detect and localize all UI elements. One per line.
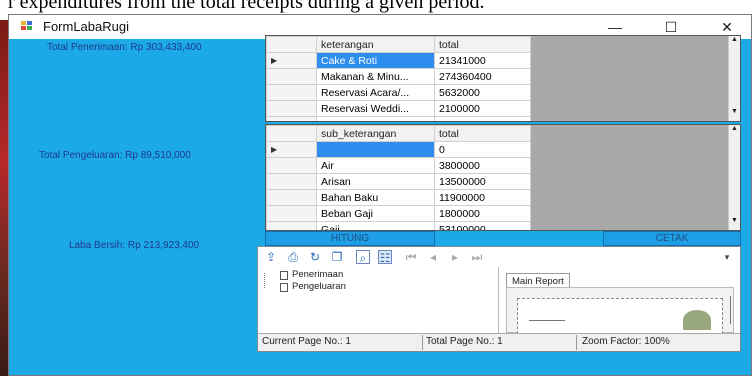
row-header-corner	[266, 36, 317, 53]
app-icon	[21, 21, 33, 31]
window-title: FormLabaRugi	[43, 19, 129, 34]
row-indicator	[266, 100, 317, 117]
total-cell[interactable]: 274360400	[434, 68, 531, 85]
table-row[interactable]: ▶ Cake & Roti 21341000	[266, 52, 531, 69]
report-preview	[506, 287, 734, 334]
keterangan-cell[interactable]: Makanan & Minu...	[316, 68, 435, 85]
caption-text: r expenditures from the total receipts d…	[8, 0, 485, 13]
preview-scrollbar[interactable]	[730, 296, 731, 324]
pengeluaran-scrollbar[interactable]: ▲ ▼	[728, 125, 740, 230]
tree-line	[264, 273, 265, 288]
keterangan-cell[interactable]: Gaji	[316, 221, 435, 230]
tree-node-label: Pengeluaran	[292, 281, 346, 292]
total-page-status: Total Page No.: 1	[426, 336, 503, 347]
table-row[interactable]: Beban Gaji 1800000	[266, 205, 531, 222]
row-header-corner	[266, 125, 317, 142]
row-indicator: ▶	[266, 141, 317, 158]
row-indicator	[266, 205, 317, 222]
report-image	[683, 310, 711, 330]
report-rule	[529, 320, 565, 321]
keterangan-cell[interactable]	[316, 116, 435, 121]
last-page-icon[interactable]: ⏭	[470, 250, 484, 264]
dropdown-icon[interactable]: ▾	[720, 250, 734, 264]
export-icon[interactable]: ⇪	[264, 250, 278, 264]
refresh-icon[interactable]: ↻	[308, 250, 322, 264]
table-row[interactable]: Makanan & Minu... 274360400	[266, 68, 531, 85]
previous-page-icon[interactable]: ◂	[426, 250, 440, 264]
current-page-status: Current Page No.: 1	[262, 336, 351, 347]
next-page-icon[interactable]: ▸	[448, 250, 462, 264]
total-cell[interactable]: 21341000	[434, 52, 531, 69]
first-page-icon[interactable]: ⏮	[404, 250, 418, 264]
column-header-total[interactable]: total	[434, 125, 531, 142]
total-cell[interactable]: 0	[434, 141, 531, 158]
row-indicator	[266, 189, 317, 206]
total-cell[interactable]: 3800000	[434, 157, 531, 174]
table-row[interactable]: Reservasi Weddi... 2100000	[266, 100, 531, 117]
column-header-keterangan[interactable]: keterangan	[316, 36, 435, 53]
row-indicator	[266, 84, 317, 101]
pengeluaran-table: sub_keterangan total ▶ 0 Air 3800000 Arisan 1…	[266, 125, 531, 230]
total-penerimaan-label: Total Penerimaan: Rp 303,433,400	[47, 42, 202, 53]
keterangan-cell[interactable]: Arisan	[316, 173, 435, 190]
cetak-button[interactable]: CETAK	[603, 231, 741, 246]
row-indicator	[266, 173, 317, 190]
keterangan-cell[interactable]: Reservasi Weddi...	[316, 100, 435, 117]
penerimaan-scrollbar[interactable]: ▲ ▼	[728, 36, 740, 121]
table-row[interactable]: Bahan Baku 11900000	[266, 189, 531, 206]
background-photo-strip	[0, 20, 8, 376]
table-row[interactable]: Arisan 13500000	[266, 173, 531, 190]
total-cell[interactable]	[434, 116, 531, 121]
report-viewer: ⇪ ⎙ ↻ ❐ ⌕ ☷ ⏮ ◂ ▸ ⏭ ▾ Penerimaan Pengelu…	[257, 246, 741, 352]
laba-bersih-label: Laba Bersih: Rp 213,923,400	[69, 240, 200, 251]
zoom-status: Zoom Factor: 100%	[582, 336, 670, 347]
zoom-icon[interactable]: ⌕	[356, 250, 370, 265]
tree-node-label: Penerimaan	[292, 269, 344, 280]
table-row[interactable]: Reservasi Acara/... 5632000	[266, 84, 531, 101]
penerimaan-table: keterangan total ▶ Cake & Roti 21341000 Mak…	[266, 36, 531, 121]
keterangan-cell[interactable]: Cake & Roti	[316, 52, 435, 69]
status-divider	[576, 335, 577, 350]
group-tree: Penerimaan Pengeluaran	[260, 269, 496, 331]
keterangan-cell[interactable]: Reservasi Acara/...	[316, 84, 435, 101]
column-header-total[interactable]: total	[434, 36, 531, 53]
status-divider	[422, 335, 423, 350]
total-cell[interactable]: 53100000	[434, 221, 531, 230]
grid-pengeluaran[interactable]: sub_keterangan total ▶ 0 Air 3800000 Arisan 1…	[265, 124, 741, 231]
keterangan-cell[interactable]: Air	[316, 157, 435, 174]
report-toolbar: ⇪ ⎙ ↻ ❐ ⌕ ☷ ⏮ ◂ ▸ ⏭ ▾	[258, 247, 740, 267]
row-indicator	[266, 221, 317, 230]
splitter[interactable]	[498, 267, 499, 333]
total-cell[interactable]: 13500000	[434, 173, 531, 190]
row-indicator	[266, 68, 317, 85]
form-window: FormLabaRugi — ☐ ✕ Total Penerimaan: Rp …	[8, 14, 752, 376]
document-icon	[280, 271, 288, 280]
keterangan-cell[interactable]: Bahan Baku	[316, 189, 435, 206]
print-icon[interactable]: ⎙	[286, 250, 300, 264]
total-pengeluaran-label: Total Pengeluaran: Rp 89,510,000	[39, 150, 191, 161]
document-icon	[280, 283, 288, 292]
column-header-sub-keterangan[interactable]: sub_keterangan	[316, 125, 435, 142]
row-indicator: ✱	[266, 116, 317, 121]
row-indicator	[266, 157, 317, 174]
table-row[interactable]: Gaji 53100000	[266, 221, 531, 230]
row-indicator: ▶	[266, 52, 317, 69]
hitung-button[interactable]: HITUNG	[265, 231, 435, 246]
keterangan-cell[interactable]: Beban Gaji	[316, 205, 435, 222]
table-row[interactable]: Air 3800000	[266, 157, 531, 174]
total-cell[interactable]: 2100000	[434, 100, 531, 117]
grid-penerimaan[interactable]: keterangan total ▶ Cake & Roti 21341000 Mak…	[265, 35, 741, 122]
total-cell[interactable]: 11900000	[434, 189, 531, 206]
keterangan-cell[interactable]	[316, 141, 435, 158]
copy-icon[interactable]: ❐	[330, 250, 344, 264]
group-tree-icon[interactable]: ☷	[378, 250, 392, 265]
table-row[interactable]: ▶ 0	[266, 141, 531, 158]
table-row[interactable]: ✱	[266, 116, 531, 121]
total-cell[interactable]: 5632000	[434, 84, 531, 101]
total-cell[interactable]: 1800000	[434, 205, 531, 222]
report-status-bar: Current Page No.: 1 Total Page No.: 1 Zo…	[258, 333, 740, 351]
